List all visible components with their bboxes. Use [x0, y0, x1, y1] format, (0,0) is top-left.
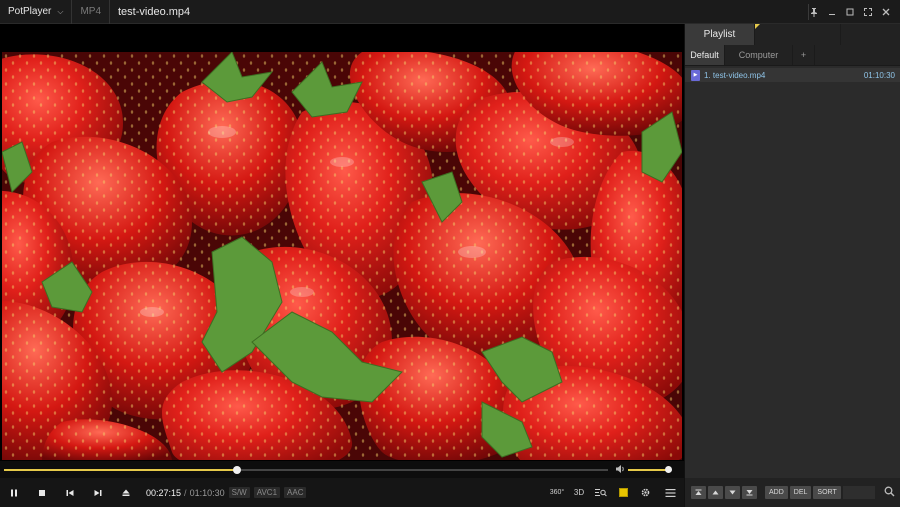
format-label: MP4 — [72, 0, 110, 24]
sort-button[interactable]: SORT — [813, 486, 841, 499]
fullscreen-icon[interactable] — [860, 4, 876, 20]
playlist-list: ▶ 1. test-video.mp4 01:10:30 — [685, 68, 900, 82]
total-time: 01:10:30 — [189, 487, 225, 498]
arrow-down-icon — [729, 490, 736, 495]
playlist-search-input[interactable] — [843, 486, 875, 499]
volume-handle[interactable] — [664, 466, 672, 473]
add-tab-button[interactable]: + — [793, 45, 815, 65]
volume-icon[interactable] — [615, 464, 625, 477]
minimize-icon[interactable] — [824, 4, 840, 20]
playlist-search-button[interactable] — [590, 478, 612, 507]
playlist-item[interactable]: ▶ 1. test-video.mp4 01:10:30 — [685, 68, 900, 82]
video-frame[interactable] — [2, 52, 682, 460]
gear-icon — [641, 488, 649, 497]
tab-indicator — [755, 24, 760, 29]
playlist-panel: Playlist Default Computer + ▶ 1. test-vi… — [684, 24, 900, 507]
playlist-subtabs: Default Computer + — [685, 45, 900, 66]
video-area[interactable] — [0, 24, 684, 461]
playlist-item-name: 1. test-video.mp4 — [704, 70, 766, 80]
move-up-button[interactable] — [708, 486, 723, 499]
current-time: 00:27:15 — [146, 487, 182, 498]
eject-icon — [122, 489, 130, 496]
menu-button[interactable] — [656, 478, 684, 507]
pin-icon[interactable] — [806, 4, 822, 20]
pause-button[interactable] — [0, 478, 28, 507]
vr-360-button[interactable]: 360° — [546, 478, 568, 507]
playlist-item-duration: 01:10:30 — [863, 70, 895, 80]
chevron-down-icon: ⌵ — [57, 6, 64, 16]
move-top-button[interactable] — [691, 486, 706, 499]
seek-handle[interactable] — [233, 466, 242, 474]
list-search-icon — [595, 488, 607, 496]
subtitle-toggle-button[interactable] — [612, 478, 634, 507]
control-bar: 00:27:15 / 01:10:30 S/W AVC1 AAC 360° 3D — [0, 478, 684, 507]
title-bar: PotPlayer ⌵ MP4 test-video.mp4 — [0, 0, 900, 24]
video-codec-tag[interactable]: AVC1 — [253, 487, 281, 498]
delete-button[interactable]: DEL — [789, 486, 812, 499]
next-button[interactable] — [84, 478, 112, 507]
pause-icon — [11, 489, 17, 496]
maximize-icon[interactable] — [842, 4, 858, 20]
app-menu-button[interactable]: PotPlayer ⌵ — [0, 0, 73, 24]
skip-forward-icon — [94, 489, 102, 496]
settings-button[interactable] — [634, 478, 656, 507]
search-icon[interactable] — [884, 486, 895, 500]
chapters-tab[interactable] — [755, 24, 841, 45]
move-bottom-button[interactable] — [742, 486, 757, 499]
3d-label: 3D — [573, 488, 585, 497]
stop-button[interactable] — [28, 478, 56, 507]
playlist-header: Playlist — [685, 24, 900, 45]
playlist-footer: ADD DEL SORT — [685, 478, 900, 507]
decoder-tag[interactable]: S/W — [228, 487, 250, 498]
video-image-strawberries — [2, 52, 682, 460]
tab-computer[interactable]: Computer — [725, 45, 793, 65]
seek-bar-progress — [4, 469, 238, 471]
playlist-tab[interactable]: Playlist — [685, 24, 755, 45]
volume-slider[interactable] — [628, 466, 672, 473]
close-icon[interactable] — [878, 4, 894, 20]
previous-button[interactable] — [56, 478, 84, 507]
time-separator: / — [184, 487, 187, 498]
seek-bar[interactable] — [4, 466, 608, 474]
vr-360-label: 360° — [549, 489, 565, 496]
audio-codec-tag[interactable]: AAC — [284, 487, 307, 498]
volume-level — [628, 469, 668, 471]
move-bottom-icon — [746, 490, 753, 496]
skip-back-icon — [66, 489, 74, 496]
subtitle-toggle-icon — [618, 488, 628, 497]
app-menu-label: PotPlayer — [8, 6, 52, 17]
hamburger-icon — [665, 488, 675, 497]
video-file-icon: ▶ — [691, 69, 700, 81]
tab-default[interactable]: Default — [685, 45, 725, 65]
move-top-icon — [695, 489, 702, 495]
move-down-button[interactable] — [725, 486, 740, 499]
window-title: test-video.mp4 — [118, 5, 191, 18]
add-button[interactable]: ADD — [765, 486, 788, 499]
eject-button[interactable] — [112, 478, 140, 507]
stop-icon — [39, 489, 45, 496]
3d-button[interactable]: 3D — [568, 478, 590, 507]
seek-bar-area — [0, 461, 684, 478]
arrow-up-icon — [712, 490, 719, 495]
